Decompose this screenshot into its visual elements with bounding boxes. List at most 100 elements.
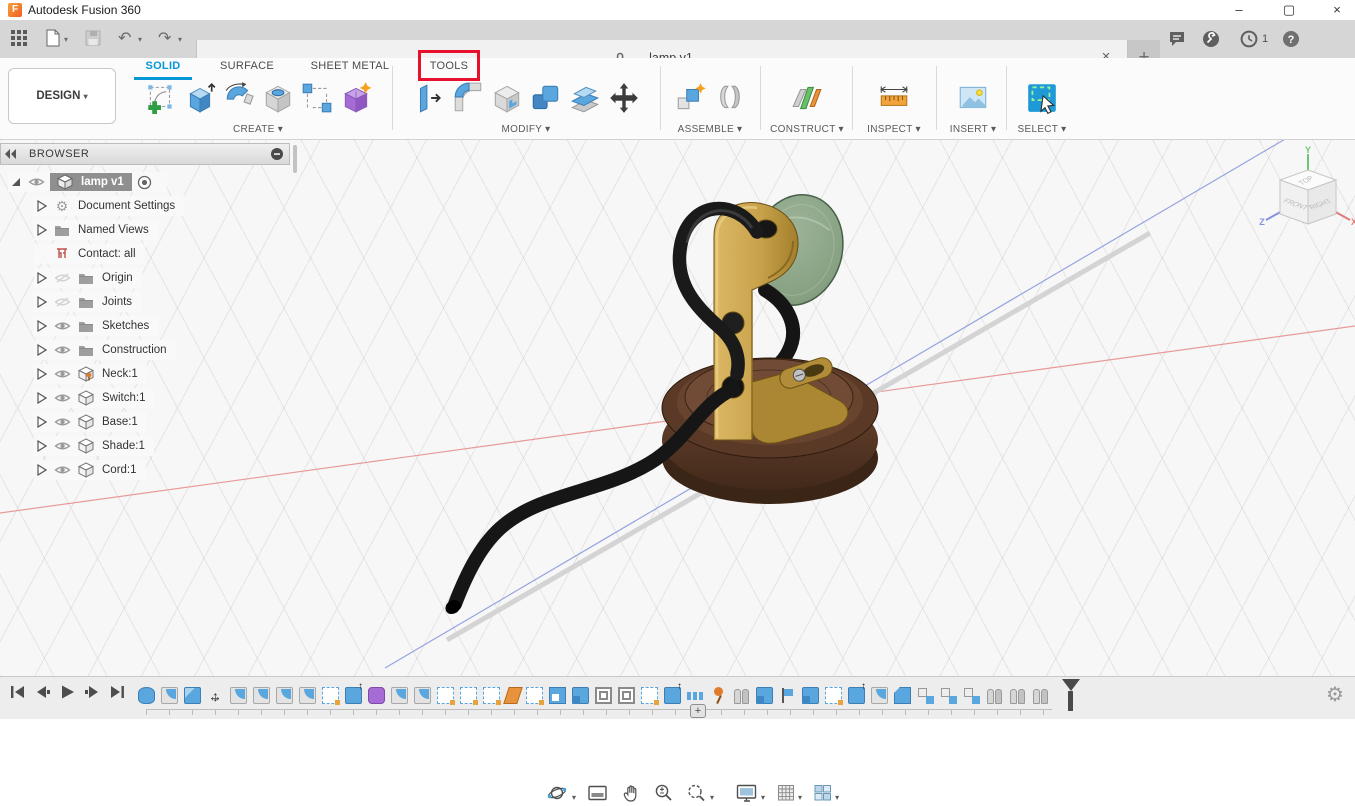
fit-button[interactable]: ▾	[686, 783, 714, 803]
new-component-icon[interactable]	[674, 81, 708, 115]
insert-group-label[interactable]: INSERT ▾	[940, 124, 1006, 135]
timeline-feature-fillet-icon[interactable]	[299, 687, 316, 704]
expand-arrow-icon[interactable]	[34, 440, 50, 452]
grid-dropdown-icon[interactable]: ▾	[798, 793, 802, 803]
look-at-button[interactable]	[587, 783, 609, 803]
minimize-button[interactable]: –	[1224, 1, 1254, 19]
timeline-feature-shell-icon[interactable]	[618, 687, 635, 704]
orbit-dropdown-icon[interactable]: ▾	[572, 793, 576, 803]
timeline-feature-joint-icon[interactable]	[1032, 687, 1049, 704]
visibility-eye-icon[interactable]	[50, 368, 74, 380]
browser-item-sketches[interactable]: Sketches	[34, 316, 159, 336]
timeline-zoom-handle[interactable]: +	[690, 704, 706, 718]
visibility-eye-icon[interactable]	[50, 392, 74, 404]
timeline-feature-combine-icon[interactable]	[572, 687, 589, 704]
timeline-feature-joint-icon[interactable]	[986, 687, 1003, 704]
browser-item-cord[interactable]: Cord:1	[34, 460, 146, 480]
timeline-feature-flag-icon[interactable]	[779, 687, 796, 704]
create-sketch-icon[interactable]	[144, 81, 178, 115]
expand-arrow-icon[interactable]	[34, 344, 50, 356]
play-button[interactable]	[60, 685, 76, 701]
file-menu-dropdown-icon[interactable]: ▾	[64, 35, 68, 44]
revolve-icon[interactable]	[222, 81, 256, 115]
expand-arrow-icon[interactable]	[34, 392, 50, 404]
shell-icon[interactable]	[490, 81, 524, 115]
undo-icon[interactable]: ↶	[118, 29, 138, 49]
timeline-feature-sketch-icon[interactable]	[322, 687, 340, 705]
press-pull-icon[interactable]	[412, 81, 446, 115]
visibility-eye-off-icon[interactable]	[50, 296, 74, 308]
panel-options-icon[interactable]	[265, 147, 289, 161]
visibility-eye-icon[interactable]	[50, 464, 74, 476]
construction-plane-icon[interactable]	[790, 81, 824, 115]
browser-item-base[interactable]: Base:1	[34, 412, 147, 432]
timeline-feature-fillet-icon[interactable]	[871, 687, 888, 704]
viewports-dropdown-icon[interactable]: ▾	[835, 793, 839, 803]
timeline-feature-copy-icon[interactable]	[963, 687, 980, 704]
fillet-icon[interactable]	[451, 81, 485, 115]
timeline-feature-combine-icon[interactable]	[802, 687, 819, 704]
visibility-eye-icon[interactable]	[24, 176, 48, 188]
timeline-feature-plane-icon[interactable]	[503, 687, 523, 704]
expand-arrow-icon[interactable]	[34, 416, 50, 428]
modify-group-label[interactable]: MODIFY ▾	[396, 124, 656, 135]
timeline-feature-sketch-icon[interactable]	[641, 687, 659, 705]
view-cube[interactable]: Y Z X TOP FRONT RIGHT	[1256, 144, 1355, 248]
timeline-feature-cut-icon[interactable]	[549, 687, 566, 704]
expand-arrow-icon[interactable]	[34, 464, 50, 476]
redo-icon[interactable]: ↷	[158, 29, 178, 49]
expand-arrow-icon[interactable]	[34, 224, 50, 236]
undo-dropdown-icon[interactable]: ▾	[138, 35, 142, 44]
browser-item-construction[interactable]: Construction	[34, 340, 176, 360]
timeline-feature-form-icon[interactable]	[368, 687, 385, 704]
notifications-clock-icon[interactable]	[1240, 30, 1258, 48]
display-settings-button[interactable]: ▾	[735, 783, 765, 803]
timeline-feature-fillet-icon[interactable]	[414, 687, 431, 704]
timeline-playhead[interactable]	[1062, 679, 1080, 711]
timeline-feature-chamfer-icon[interactable]	[894, 687, 911, 704]
timeline-feature-holes-icon[interactable]	[687, 687, 704, 704]
combine-icon[interactable]	[529, 81, 563, 115]
collapse-panel-icon[interactable]	[1, 149, 21, 159]
pan-button[interactable]	[620, 783, 642, 803]
timeline-feature-pin-icon[interactable]	[710, 687, 727, 704]
step-forward-button[interactable]	[85, 685, 101, 701]
move-icon[interactable]	[607, 81, 641, 115]
browser-item-shade[interactable]: Shade:1	[34, 436, 154, 456]
browser-item-origin[interactable]: Origin	[34, 268, 142, 288]
select-icon[interactable]	[1025, 81, 1059, 115]
browser-item-switch[interactable]: Switch:1	[34, 388, 155, 408]
joint-icon[interactable]	[713, 81, 747, 115]
expanded-arrow-icon[interactable]	[8, 176, 24, 188]
hole-icon[interactable]	[261, 81, 295, 115]
create-form-icon[interactable]	[339, 81, 373, 115]
visibility-eye-icon[interactable]	[50, 440, 74, 452]
pattern-icon[interactable]	[300, 81, 334, 115]
orbit-button[interactable]: ▾	[546, 783, 576, 803]
timeline-feature-joint-icon[interactable]	[1009, 687, 1026, 704]
viewport-canvas[interactable]: ▾ ▾ ▾ ▾ ▾	[0, 140, 1355, 802]
timeline-feature-box-icon[interactable]	[184, 687, 201, 704]
extrude-icon[interactable]	[183, 81, 217, 115]
expand-arrow-icon[interactable]	[34, 320, 50, 332]
timeline-feature-extrude-icon[interactable]	[345, 681, 363, 704]
fit-dropdown-icon[interactable]: ▾	[710, 793, 714, 803]
grid-settings-button[interactable]: ▾	[776, 783, 802, 803]
timeline-feature-fillet-icon[interactable]	[391, 687, 408, 704]
expand-arrow-icon[interactable]	[34, 296, 50, 308]
timeline-feature-sketch-icon[interactable]	[825, 687, 843, 705]
browser-scrollbar[interactable]	[293, 145, 297, 173]
timeline-feature-extrude-icon[interactable]	[664, 681, 682, 704]
browser-item-neck[interactable]: Neck:1	[34, 364, 147, 384]
display-dropdown-icon[interactable]: ▾	[761, 793, 765, 803]
browser-item-lamp-v1[interactable]: lamp v1	[8, 172, 167, 192]
comments-icon[interactable]	[1168, 30, 1186, 48]
viewports-button[interactable]: ▾	[813, 783, 839, 803]
browser-item-document-settings[interactable]: ⚙ Document Settings	[34, 196, 185, 216]
timeline-ruler[interactable]	[146, 709, 1052, 715]
maximize-button[interactable]: ▢	[1274, 1, 1304, 19]
go-to-start-button[interactable]	[10, 685, 26, 701]
timeline-feature-fillet-icon[interactable]	[276, 687, 293, 704]
app-grid-icon[interactable]	[10, 29, 30, 49]
job-status-icon[interactable]	[1202, 30, 1220, 48]
